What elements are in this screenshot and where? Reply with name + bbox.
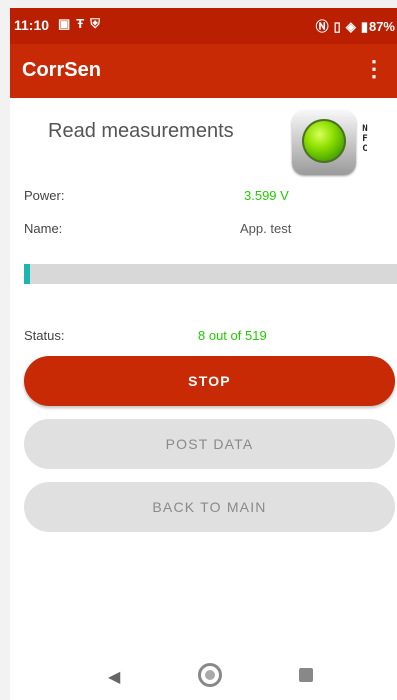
back-triangle-icon[interactable]: ◀ — [108, 667, 120, 687]
status-bar: 11:10 ▣Ŧ⛨ Ⓝ ▯ ◈ ▮87% — [10, 8, 397, 44]
post-data-button[interactable]: POST DATA — [24, 419, 395, 469]
image-icon: ▣ — [58, 16, 77, 31]
nfc-icon: Ⓝ — [315, 19, 329, 34]
name-label: Name: — [24, 221, 63, 236]
nfc-label: NFC — [362, 124, 368, 154]
phone-screen: 11:10 ▣Ŧ⛨ Ⓝ ▯ ◈ ▮87% CorrSen ⋮ Read measure… — [10, 8, 397, 700]
app-bar: CorrSen ⋮ — [10, 44, 397, 98]
recent-square-icon[interactable] — [299, 668, 313, 682]
wifi-icon: ◈ — [345, 19, 356, 34]
power-value: 3.599 V — [244, 188, 289, 203]
nfc-light-icon — [302, 119, 346, 163]
status-label: Status: — [24, 328, 65, 343]
home-circle-icon[interactable] — [198, 663, 222, 687]
status-value: 8 out of 519 — [198, 328, 267, 343]
stop-button[interactable]: STOP — [24, 356, 395, 406]
progress-fill — [24, 264, 30, 284]
clock: 11:10 — [14, 17, 50, 33]
shield-icon: ⛨ — [90, 16, 107, 31]
page-title: Read measurements — [48, 120, 234, 142]
nfc-status-indicator — [292, 111, 356, 175]
name-value: App. test — [240, 221, 292, 236]
app-title: CorrSen — [22, 59, 101, 81]
system-icons: Ⓝ ▯ ◈ ▮87% — [311, 16, 395, 35]
notification-icons: ▣Ŧ⛨ — [58, 16, 106, 32]
more-vert-icon[interactable]: ⋮ — [363, 56, 385, 82]
battery-percent: 87% — [368, 19, 395, 34]
back-to-main-button[interactable]: BACK TO MAIN — [24, 482, 395, 532]
progress-bar — [24, 264, 397, 284]
t-mobile-icon: Ŧ — [76, 16, 91, 31]
battery-icon: ▮ — [360, 19, 368, 34]
vibrate-icon: ▯ — [333, 19, 341, 34]
navigation-bar: ◀ — [10, 654, 397, 700]
power-label: Power: — [24, 188, 65, 203]
